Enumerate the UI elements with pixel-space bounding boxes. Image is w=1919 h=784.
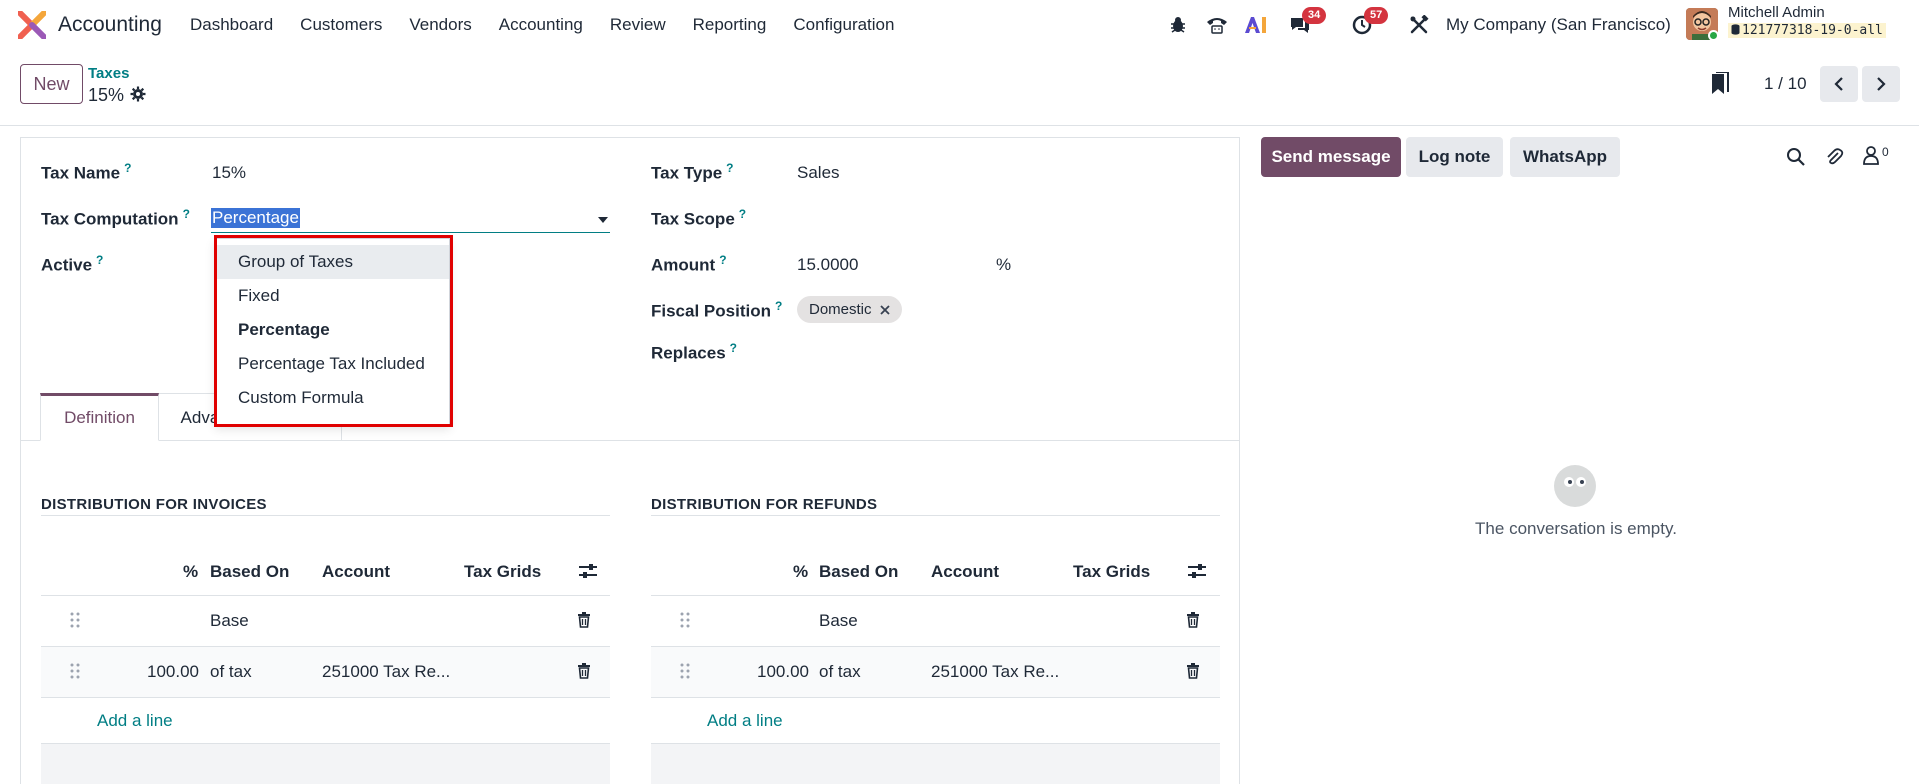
menu-reporting[interactable]: Reporting	[693, 15, 767, 35]
phone-icon[interactable]	[1202, 10, 1232, 40]
drag-handle-icon[interactable]	[680, 663, 690, 679]
refunds-row2-based-on[interactable]: of tax	[819, 662, 861, 682]
invoices-header-percent[interactable]: %	[183, 562, 198, 582]
debug-bug-icon[interactable]	[1163, 10, 1193, 40]
bookmark-icon[interactable]	[1710, 72, 1730, 96]
fiscal-position-tag[interactable]: Domestic	[797, 296, 902, 323]
amount-label: Amount?	[651, 253, 727, 275]
pager-value[interactable]: 1 / 10	[1764, 74, 1807, 94]
invoices-header-tax-grids[interactable]: Tax Grids	[464, 562, 541, 582]
invoices-header-based-on[interactable]: Based On	[210, 562, 289, 582]
invoices-row2-account[interactable]: 251000 Tax Re...	[322, 662, 450, 682]
menu-accounting[interactable]: Accounting	[499, 15, 583, 35]
control-panel-divider	[0, 125, 1919, 126]
database-icon	[1731, 24, 1740, 35]
empty-conversation-text: The conversation is empty.	[1475, 519, 1677, 538]
drag-handle-icon[interactable]	[680, 612, 690, 628]
menu-dashboard[interactable]: Dashboard	[190, 15, 273, 35]
refunds-header-based-on[interactable]: Based On	[819, 562, 898, 582]
invoices-row1-based-on[interactable]: Base	[210, 611, 249, 631]
menu-vendors[interactable]: Vendors	[409, 15, 471, 35]
tax-name-label: Tax Name?	[41, 161, 132, 183]
invoices-row2-percent[interactable]: 100.00	[147, 662, 199, 682]
drag-handle-icon[interactable]	[70, 612, 80, 628]
breadcrumb-current: 15%	[88, 85, 125, 105]
refunds-row1-based-on[interactable]: Base	[819, 611, 858, 631]
followers-button[interactable]: 0	[1862, 145, 1889, 165]
tax-name-field[interactable]: 15%	[212, 163, 246, 183]
trash-icon[interactable]	[577, 612, 591, 628]
database-name-text: 121777318-19-0-all	[1742, 23, 1883, 38]
tools-icon[interactable]	[1404, 10, 1434, 40]
menu-customers[interactable]: Customers	[300, 15, 382, 35]
breadcrumb-taxes[interactable]: Taxes	[88, 65, 129, 82]
pager-next-button[interactable]	[1862, 66, 1900, 102]
invoices-section-title: DISTRIBUTION FOR INVOICES	[41, 496, 267, 513]
active-label: Active?	[41, 253, 104, 275]
online-status-dot	[1708, 30, 1719, 41]
chevron-left-icon	[1834, 77, 1843, 91]
refunds-row2-account[interactable]: 251000 Tax Re...	[931, 662, 1059, 682]
app-logo-icon[interactable]	[18, 11, 46, 39]
drag-handle-icon[interactable]	[70, 663, 80, 679]
gear-icon[interactable]	[130, 86, 146, 102]
menu-review[interactable]: Review	[610, 15, 666, 35]
new-button[interactable]: New	[20, 64, 83, 104]
amount-field[interactable]: 15.0000	[797, 255, 858, 275]
refunds-header-account[interactable]: Account	[931, 562, 999, 582]
refunds-section-line	[651, 515, 1220, 516]
user-follower-icon	[1863, 146, 1879, 165]
activities-clock-icon[interactable]: 57	[1347, 7, 1389, 40]
tax-type-field[interactable]: Sales	[797, 163, 840, 183]
invoices-row2-based-on[interactable]: of tax	[210, 662, 252, 682]
refunds-add-line-link[interactable]: Add a line	[707, 711, 783, 731]
paperclip-icon[interactable]	[1824, 147, 1844, 167]
refunds-header-percent[interactable]: %	[793, 562, 808, 582]
invoices-header-account[interactable]: Account	[322, 562, 390, 582]
amount-unit: %	[996, 255, 1012, 274]
tax-computation-label: Tax Computation?	[41, 207, 190, 229]
highlight-annotation-box	[214, 235, 453, 427]
optional-columns-icon[interactable]	[1187, 562, 1207, 580]
database-name: 121777318-19-0-all	[1728, 23, 1886, 38]
fiscal-position-tag-label: Domestic	[809, 301, 872, 318]
invoices-add-line-link[interactable]: Add a line	[97, 711, 173, 731]
refunds-section-title: DISTRIBUTION FOR REFUNDS	[651, 496, 878, 513]
refunds-row2-percent[interactable]: 100.00	[757, 662, 809, 682]
chevron-right-icon	[1877, 77, 1886, 91]
refunds-header-tax-grids[interactable]: Tax Grids	[1073, 562, 1150, 582]
ai-icon[interactable]	[1241, 10, 1271, 40]
invoices-section-line	[41, 515, 610, 516]
tax-scope-label: Tax Scope?	[651, 207, 747, 229]
tab-definition[interactable]: Definition	[40, 393, 159, 441]
user-name[interactable]: Mitchell Admin	[1728, 4, 1825, 21]
chevron-down-icon	[598, 217, 608, 223]
activities-badge: 57	[1364, 7, 1389, 24]
trash-icon[interactable]	[577, 663, 591, 679]
app-name[interactable]: Accounting	[58, 13, 162, 37]
optional-columns-icon[interactable]	[578, 562, 598, 580]
tax-computation-select[interactable]: Percentage	[211, 205, 610, 233]
pager-previous-button[interactable]	[1820, 66, 1858, 102]
close-icon[interactable]	[879, 304, 890, 315]
search-icon[interactable]	[1786, 147, 1806, 167]
followers-count: 0	[1882, 145, 1889, 159]
send-message-button[interactable]: Send message	[1261, 137, 1401, 177]
company-switcher[interactable]: My Company (San Francisco)	[1446, 15, 1671, 35]
replaces-label: Replaces?	[651, 341, 738, 363]
trash-icon[interactable]	[1186, 612, 1200, 628]
empty-conversation-face-icon	[1554, 465, 1596, 507]
messages-badge: 34	[1302, 7, 1327, 24]
fiscal-position-label: Fiscal Position?	[651, 299, 783, 321]
trash-icon[interactable]	[1186, 663, 1200, 679]
tax-computation-value: Percentage	[211, 208, 300, 228]
messages-icon[interactable]: 34	[1285, 7, 1327, 40]
menu-configuration[interactable]: Configuration	[793, 15, 894, 35]
whatsapp-button[interactable]: WhatsApp	[1510, 137, 1620, 177]
main-menu: Dashboard Customers Vendors Accounting R…	[190, 15, 921, 35]
log-note-button[interactable]: Log note	[1406, 137, 1503, 177]
tax-type-label: Tax Type?	[651, 161, 734, 183]
